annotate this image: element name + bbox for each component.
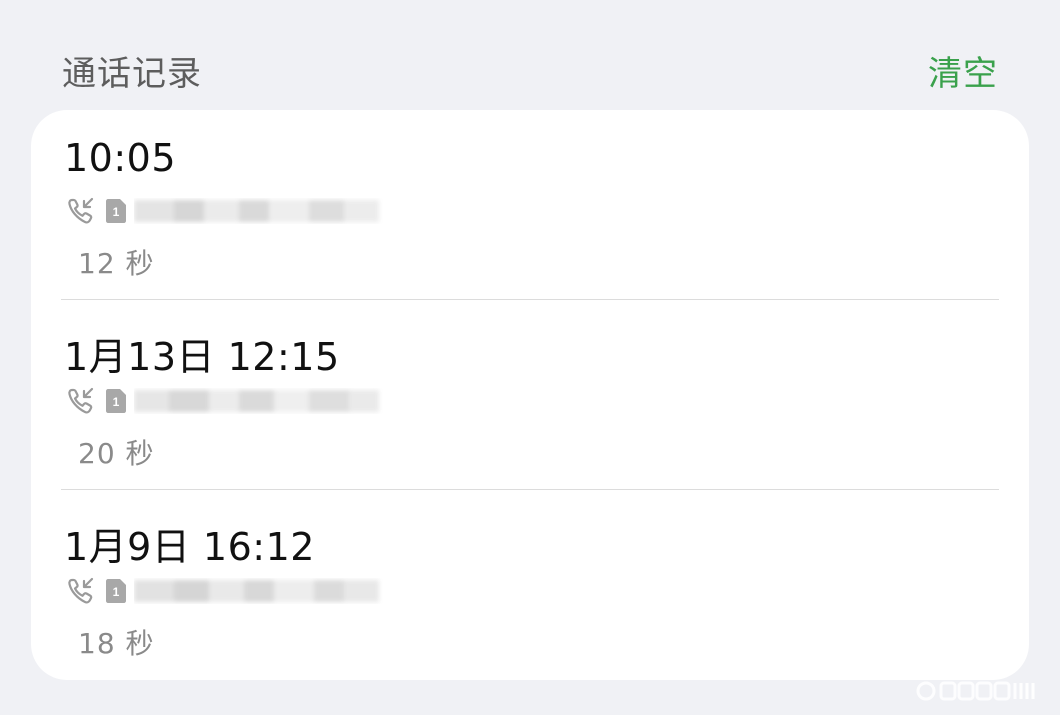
redacted-phone-number	[134, 200, 379, 222]
sim-slot-label: 1	[113, 585, 120, 599]
redacted-phone-number	[134, 390, 379, 412]
sim-slot-label: 1	[113, 205, 120, 219]
call-meta: 1	[64, 386, 664, 416]
call-log-item[interactable]: 1月9日 16:12 1 18 秒	[31, 490, 1029, 680]
call-time: 1月9日 16:12	[64, 525, 315, 569]
call-log-list: 10:05 1 12 秒 1月13日 12:15 1 20 秒 1月9日 16:…	[31, 110, 1029, 680]
call-meta: 1	[64, 196, 664, 226]
sim-slot-label: 1	[113, 395, 120, 409]
redacted-phone-number	[134, 580, 379, 602]
call-log-item[interactable]: 10:05 1 12 秒	[31, 110, 1029, 300]
incoming-call-icon	[68, 197, 94, 224]
incoming-call-icon	[68, 577, 94, 604]
call-duration: 20 秒	[78, 437, 155, 470]
call-log-item[interactable]: 1月13日 12:15 1 20 秒	[31, 300, 1029, 490]
sim-1-icon: 1	[106, 389, 126, 413]
watermark-icon	[916, 681, 1035, 701]
sim-1-icon: 1	[106, 199, 126, 223]
page-title: 通话记录	[62, 54, 202, 94]
call-duration: 12 秒	[78, 247, 155, 280]
call-time: 10:05	[64, 136, 177, 180]
call-time: 1月13日 12:15	[64, 335, 340, 379]
call-log-header: 通话记录 清空	[0, 40, 1060, 96]
call-duration: 18 秒	[78, 627, 155, 660]
sim-1-icon: 1	[106, 579, 126, 603]
incoming-call-icon	[68, 387, 94, 414]
clear-button[interactable]: 清空	[928, 46, 998, 95]
call-meta: 1	[64, 576, 664, 606]
